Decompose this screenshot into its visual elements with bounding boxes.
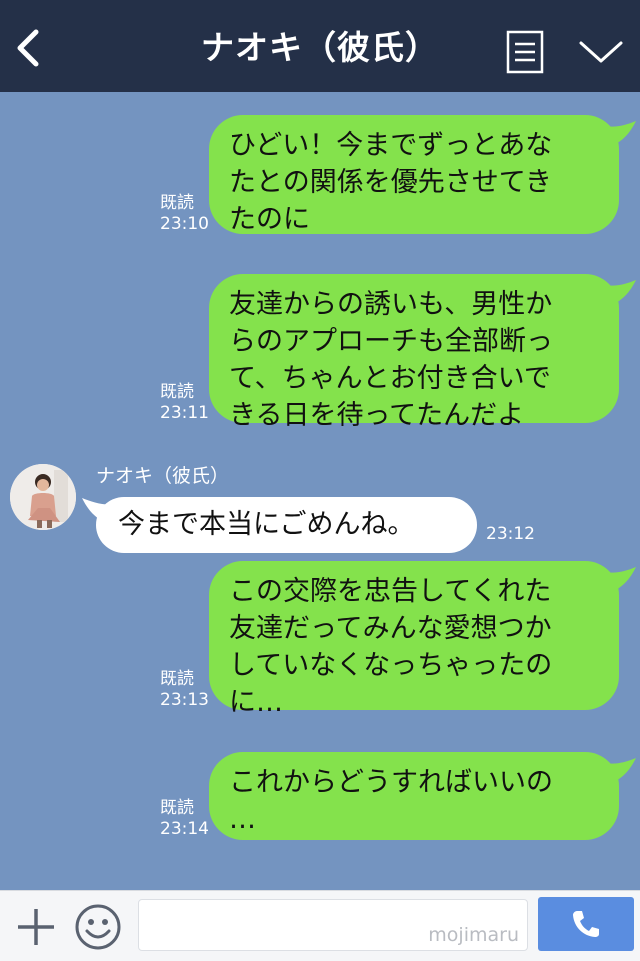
- avatar[interactable]: [10, 464, 76, 530]
- message-bubble[interactable]: 今まで本当にごめんね。: [96, 497, 477, 553]
- bubble-tail: [600, 280, 636, 306]
- message-line: に…: [229, 687, 283, 718]
- message-line: たのに: [229, 204, 310, 235]
- avatar-image: [10, 464, 76, 530]
- read-status: 既読: [160, 669, 194, 689]
- message-meta: 既読 23:11: [160, 382, 209, 424]
- message-line: これからどうすればいいの: [229, 767, 553, 798]
- message-meta: 既読 23:14: [160, 798, 209, 840]
- message-input[interactable]: mojimaru: [138, 899, 528, 951]
- bubble-tail: [600, 758, 636, 784]
- sender-name: ナオキ（彼氏）: [96, 465, 230, 487]
- timestamp: 23:14: [160, 819, 209, 839]
- message-line: 友達だってみんな愛想つか: [229, 613, 552, 644]
- timestamp: 23:13: [160, 690, 209, 710]
- phone-icon: [573, 911, 599, 937]
- message-line: らのアプローチも全部断っ: [229, 326, 553, 357]
- read-status: 既読: [160, 382, 194, 402]
- message-meta: 既読 23:10: [160, 193, 209, 235]
- menu-icon[interactable]: [506, 30, 544, 74]
- timestamp: 23:10: [160, 214, 209, 234]
- plus-icon[interactable]: [14, 905, 58, 949]
- message-line: ひどい！今までずっとあな: [229, 130, 553, 161]
- message-line: していなくなっちゃったの: [229, 650, 553, 681]
- bubble-tail: [600, 567, 636, 593]
- message-bubble[interactable]: これからどうすればいいの …: [209, 752, 619, 840]
- bubble-tail: [600, 121, 636, 147]
- chat-header: ナオキ（彼氏）: [0, 0, 640, 92]
- message-meta: 既読 23:13: [160, 669, 209, 711]
- read-status: 既読: [160, 798, 194, 818]
- message-line: きる日を待ってたんだよ: [229, 400, 525, 431]
- chevron-down-icon[interactable]: [578, 38, 624, 66]
- timestamp: 23:12: [486, 524, 535, 544]
- message-line: たとの関係を優先させてき: [229, 167, 552, 198]
- read-status: 既読: [160, 193, 194, 213]
- message-line: この交際を忠告してくれた: [229, 576, 552, 607]
- message-line: …: [229, 804, 256, 835]
- chat-area[interactable]: ひどい！今までずっとあな たとの関係を優先させてき たのに 既読 23:10 友…: [0, 92, 640, 890]
- message-bubble[interactable]: この交際を忠告してくれた 友達だってみんな愛想つか していなくなっちゃったの に…: [209, 561, 619, 718]
- chat-title: ナオキ（彼氏）: [201, 28, 439, 67]
- input-bar: mojimaru: [0, 890, 640, 961]
- emoji-icon[interactable]: [74, 903, 122, 951]
- call-button[interactable]: [538, 897, 634, 951]
- message-line: て、ちゃんとお付き合いで: [229, 363, 551, 394]
- message-bubble[interactable]: 友達からの誘いも、男性か らのアプローチも全部断っ て、ちゃんとお付き合いで き…: [209, 274, 619, 431]
- watermark: mojimaru: [428, 924, 519, 946]
- message-line: 友達からの誘いも、男性か: [229, 289, 553, 320]
- message-bubble[interactable]: ひどい！今までずっとあな たとの関係を優先させてき たのに: [209, 115, 619, 235]
- timestamp: 23:11: [160, 403, 209, 423]
